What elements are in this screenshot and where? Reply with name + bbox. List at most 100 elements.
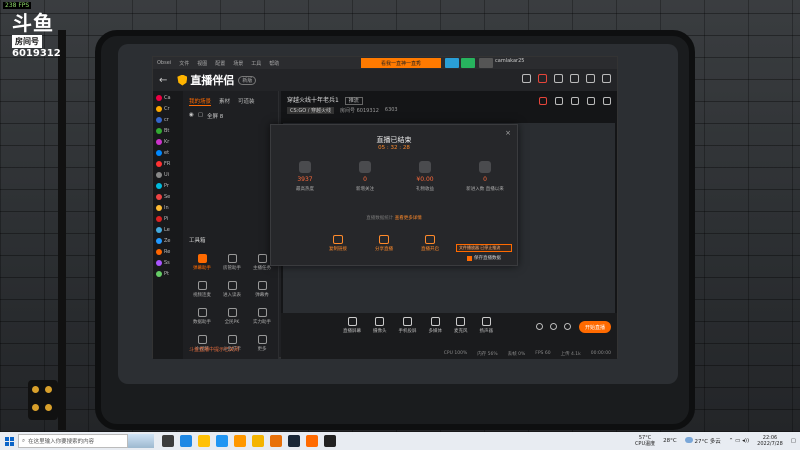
source-item[interactable]: Ui [156, 170, 180, 179]
room-title[interactable]: 穿越火线十年老兵1 [287, 97, 339, 104]
save-data-checkbox[interactable]: 保存直播数据 [467, 255, 501, 261]
status-fps: FPS 60 [535, 351, 551, 356]
source-item[interactable]: Cr [156, 104, 180, 113]
room-category[interactable]: CS:GO / 穿越火线 [287, 107, 335, 114]
speaker-button[interactable]: 扬声器 [480, 317, 493, 334]
message-icon[interactable] [522, 74, 531, 83]
maximize-icon[interactable] [586, 74, 595, 83]
screen-capture-button[interactable]: 直播屏幕 [343, 317, 361, 334]
app-icon[interactable] [252, 435, 264, 447]
share-icon[interactable] [445, 58, 459, 68]
scene-item[interactable]: ◉ ▢ 全屏 8 [183, 110, 278, 122]
version-badge[interactable]: 新版 [238, 75, 257, 85]
tool-strength[interactable]: 实力助手 [247, 308, 277, 325]
username-label[interactable]: camlakar25 [495, 58, 524, 64]
source-item[interactable]: Ss [156, 258, 180, 267]
minimize-icon[interactable] [570, 74, 579, 83]
source-item[interactable]: Pr [156, 181, 180, 190]
source-item[interactable]: Ca [156, 93, 180, 102]
tray-icons[interactable]: ⌃ ▭ ◂)) [729, 438, 749, 444]
store-icon[interactable] [216, 435, 228, 447]
tool-video-link[interactable]: 视频连麦 [187, 281, 217, 298]
menu-item[interactable]: 工具 [251, 60, 261, 67]
settings-icon[interactable] [554, 74, 563, 83]
live-notice[interactable]: 斗鱼直播中提示已关闭 [189, 346, 239, 353]
notification-icon[interactable]: ▢ [791, 438, 796, 444]
weather-widget[interactable]: 27°C 多云 [684, 437, 721, 445]
source-item[interactable]: In [156, 203, 180, 212]
tool-danmu-show[interactable]: 弹幕秀 [247, 281, 277, 298]
clock[interactable]: 22:06 2022/7/28 [757, 435, 783, 447]
search-highlight-image[interactable] [128, 434, 154, 448]
folder-icon[interactable] [198, 435, 210, 447]
menu-item[interactable]: 场景 [233, 60, 243, 67]
douyu-app-icon[interactable] [270, 435, 282, 447]
start-button[interactable] [0, 432, 18, 450]
windows-icon [4, 436, 14, 446]
eye-icon[interactable]: ◉ [189, 112, 194, 120]
chart-icon[interactable] [555, 97, 563, 105]
steam-icon[interactable] [288, 435, 300, 447]
task-view-icon[interactable] [162, 435, 174, 447]
box-icon[interactable] [571, 97, 579, 105]
share-icon[interactable] [603, 97, 611, 105]
app-icon[interactable] [324, 435, 336, 447]
record-icon[interactable] [536, 323, 543, 330]
source-item[interactable]: Ze [156, 236, 180, 245]
eye-icon[interactable] [550, 323, 557, 330]
restart-live-button[interactable]: 直播开启 [421, 235, 439, 252]
play-icon[interactable] [461, 58, 475, 68]
menu-item[interactable]: 视图 [197, 60, 207, 67]
source-item[interactable]: Pt [156, 269, 180, 278]
share-live-button[interactable]: 分享直播 [375, 235, 393, 252]
tab-my-scenes[interactable]: 我的场景 [189, 97, 212, 106]
room-badge[interactable]: 推流 [344, 97, 363, 105]
tool-danmu-helper[interactable]: 弹幕助手 [187, 254, 217, 271]
source-item[interactable]: Se [156, 192, 180, 201]
copy-link-button[interactable]: 复制链接 [329, 235, 347, 252]
tool-more[interactable]: 更多 [247, 335, 277, 352]
notification-icon[interactable] [538, 74, 547, 83]
menu-item[interactable]: Obsei [157, 60, 171, 66]
file-player-tooltip: 文件播放器 已停止推流 [456, 244, 512, 252]
menu-item[interactable]: 文件 [179, 60, 189, 67]
phone-cast-button[interactable]: 手机投屏 [399, 317, 417, 334]
avatar[interactable] [479, 58, 493, 68]
source-item[interactable]: Re [156, 247, 180, 256]
source-item[interactable]: FR [156, 159, 180, 168]
menu-item[interactable]: 帮助 [269, 60, 279, 67]
tool-room-manager[interactable]: 房管助手 [217, 254, 247, 271]
cpu-temp-widget[interactable]: 57°C CPU温度 [635, 435, 655, 447]
start-live-button[interactable]: 开始直播 [579, 321, 611, 333]
media-button[interactable]: 多媒体 [429, 317, 442, 334]
source-item[interactable]: Pi [156, 214, 180, 223]
details-link[interactable]: 查看更多详情 [395, 216, 422, 221]
tool-pk[interactable]: 全民PK [217, 308, 247, 325]
microphone-button[interactable]: 麦克风 [454, 317, 468, 334]
edge-icon[interactable] [180, 435, 192, 447]
tab-decor[interactable]: 可道装 [238, 97, 255, 106]
source-item[interactable]: et [156, 148, 180, 157]
lock-icon[interactable]: ▢ [198, 112, 203, 120]
bell-icon[interactable] [587, 97, 595, 105]
gear-icon[interactable] [564, 323, 571, 330]
source-item[interactable]: Kr [156, 137, 180, 146]
shield-logo-icon [177, 74, 188, 86]
tool-entry[interactable]: 进入读表 [217, 281, 247, 298]
left-tabs: 我的场景 素材 可道装 [183, 91, 278, 110]
app-icon[interactable] [234, 435, 246, 447]
promo-banner[interactable]: 看我一直神一直秀 [361, 58, 441, 68]
checkbox-icon[interactable] [467, 255, 472, 261]
tool-data[interactable]: 数据助手 [187, 308, 217, 325]
camera-button[interactable]: 摄像头 [373, 317, 387, 334]
back-arrow-icon[interactable]: ← [159, 75, 167, 86]
gift-icon[interactable] [539, 97, 547, 105]
source-item[interactable]: Bt [156, 126, 180, 135]
tab-materials[interactable]: 素材 [219, 97, 230, 106]
live-companion-icon[interactable] [306, 435, 318, 447]
source-item[interactable]: cr [156, 115, 180, 124]
taskbar-search-input[interactable]: ⌕ 在这里输入你要搜索的内容 [18, 434, 128, 448]
close-icon[interactable] [602, 74, 611, 83]
source-item[interactable]: Le [156, 225, 180, 234]
menu-item[interactable]: 配置 [215, 60, 225, 67]
